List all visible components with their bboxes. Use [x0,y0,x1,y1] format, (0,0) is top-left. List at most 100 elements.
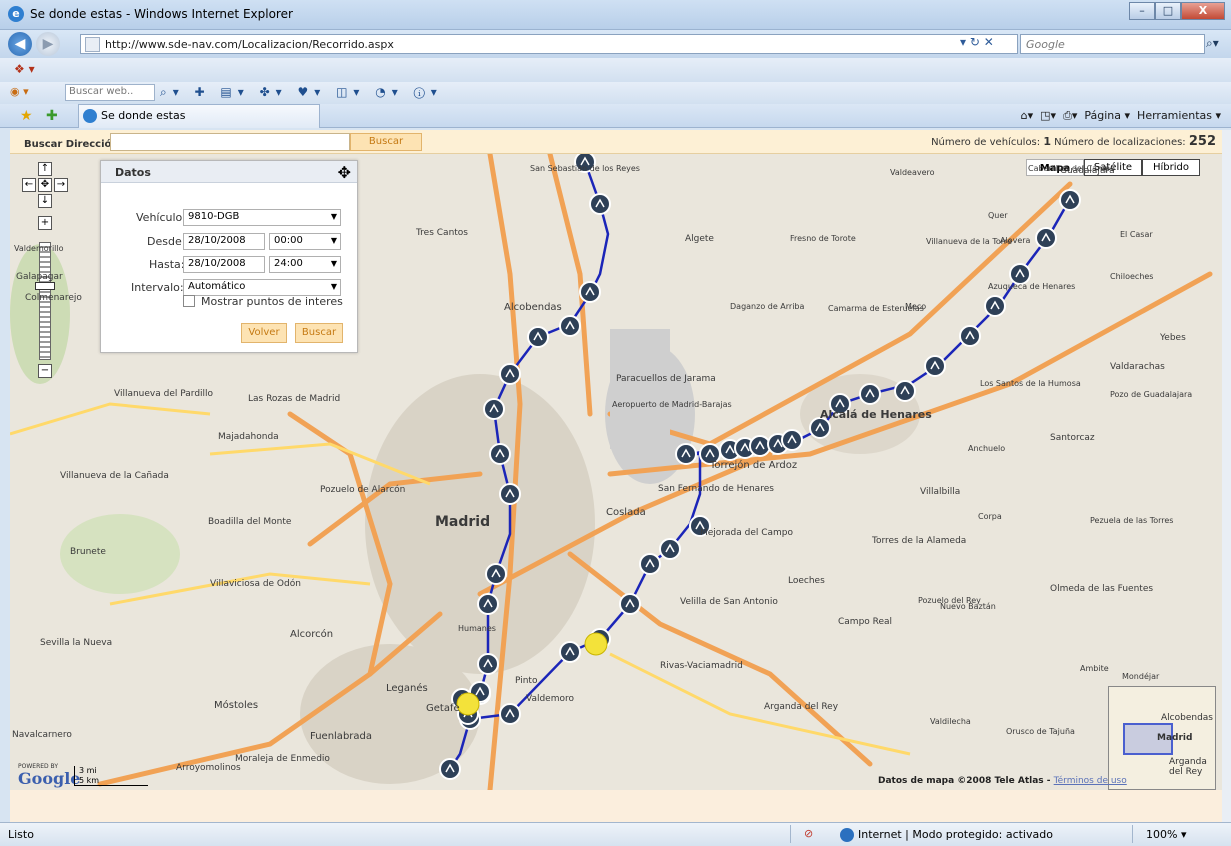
route-marker-icon[interactable] [1035,227,1057,249]
route-marker-icon[interactable] [619,593,641,615]
security-zone[interactable]: Internet | Modo protegido: activado [858,828,1053,841]
route-marker-icon[interactable] [489,443,511,465]
route-marker-icon[interactable] [959,325,981,347]
zoom-out-button[interactable]: − [38,364,52,378]
page-menu[interactable]: Página ▾ [1084,109,1130,122]
zoom-slider-thumb[interactable] [35,282,55,290]
popup-blocker-icon[interactable]: ⊘ [804,827,813,840]
home-icon[interactable]: ⌂▾ [1021,109,1034,122]
address-search-input[interactable] [110,133,350,151]
overview-map[interactable]: Alcobendas Madrid Arganda del Rey [1108,686,1216,790]
search-icon[interactable]: ⌕▾ [1206,36,1219,51]
pan-up-button[interactable]: ↑ [38,162,52,176]
route-marker-icon[interactable] [659,538,681,560]
favorites-star-icon[interactable]: ★ [20,108,33,124]
route-marker-icon[interactable] [559,641,581,663]
pan-down-button[interactable]: ↓ [38,194,52,208]
from-time-select[interactable]: 00:00 ▼ [269,233,341,250]
stop-marker-icon[interactable] [584,632,608,656]
route-marker-icon[interactable] [589,193,611,215]
forward-button[interactable]: ▶ [36,32,60,56]
move-icon[interactable]: ✥ [338,163,351,182]
route-marker-icon[interactable] [477,593,499,615]
pan-right-button[interactable]: → [54,178,68,192]
window-title: Se donde estas - Windows Internet Explor… [30,7,293,21]
map-place-label: Coslada [606,507,646,518]
address-search-button[interactable]: Buscar [350,133,422,151]
route-marker-icon[interactable] [579,281,601,303]
map-place-label: Arganda del Rey [764,702,839,712]
route-marker-icon[interactable] [483,398,505,420]
map-place-label: Alcobendas [504,302,562,313]
tab-se-donde-estas[interactable]: Se donde estas [78,104,320,128]
route-marker-icon[interactable] [781,429,803,451]
route-marker-icon[interactable] [1009,263,1031,285]
close-button[interactable]: X [1181,2,1225,20]
zoom-in-button[interactable]: + [38,216,52,230]
poi-checkbox[interactable] [183,295,195,307]
toolbar-icons[interactable]: ⌕▾ ✚ ▤▾ ✤▾ ♥▾ ◫▾ ◔▾ ⓘ▾ [160,85,443,100]
map-place-label: Sevilla la Nueva [40,638,113,648]
toolbar-search-input[interactable]: Buscar web.. [65,84,155,101]
vehicle-select[interactable]: 9810-DGB ▼ [183,209,341,226]
minimize-button[interactable]: – [1129,2,1155,20]
pan-center-button[interactable]: ✥ [38,178,52,192]
route-marker-icon[interactable] [809,417,831,439]
pan-left-button[interactable]: ← [22,178,36,192]
vehicle-label: Vehículo: [136,211,186,224]
stop-marker-icon[interactable] [456,692,480,716]
route-marker-icon[interactable] [485,563,507,585]
vertical-scrollbar[interactable] [1222,130,1231,822]
add-favorites-icon[interactable]: ✚ [46,108,58,124]
feeds-icon[interactable]: ◳▾ [1040,109,1056,122]
back-button[interactable]: ◀ [8,32,32,56]
route-marker-icon[interactable] [749,435,771,457]
map-place-label: Anchuelo [968,444,1006,453]
toolbar-logo-icon[interactable]: ◉ ▾ [10,85,29,98]
tools-menu[interactable]: Herramientas ▾ [1137,109,1221,122]
interval-select[interactable]: Automático ▼ [183,279,341,296]
map-place-label: Cabanillas del Campo [1028,164,1115,173]
map-place-label: Valdemoro [526,694,575,704]
address-input[interactable]: http://www.sde-nav.com/Localizacion/Reco… [80,34,1018,54]
to-time-select[interactable]: 24:00 ▼ [269,256,341,273]
route-marker-icon[interactable] [499,483,521,505]
map-place-label: Humanes [458,624,496,633]
map-place-label: Corpa [978,512,1002,521]
route-marker-icon[interactable] [499,363,521,385]
datos-header[interactable]: Datos ✥ [101,161,357,183]
route-marker-icon[interactable] [477,653,499,675]
refresh-stop-buttons[interactable]: ▾ ↻ ✕ [960,35,994,49]
route-marker-icon[interactable] [559,315,581,337]
map-place-label: Mejorada del Campo [700,528,794,538]
back-button[interactable]: Volver [241,323,287,343]
from-label: Desde: [147,235,186,248]
map-place-label: Las Rozas de Madrid [248,394,341,404]
route-marker-icon[interactable] [499,703,521,725]
zoom-level[interactable]: 100% ▾ [1146,828,1186,841]
route-marker-icon[interactable] [984,295,1006,317]
route-marker-icon[interactable] [439,758,461,780]
copyright-text: Datos de mapa ©2008 Tele Atlas - [878,776,1051,786]
route-marker-icon[interactable] [894,380,916,402]
maximize-button[interactable]: □ [1155,2,1181,20]
terms-link[interactable]: Términos de uso [1054,776,1127,786]
toolbar-addon-icon[interactable]: ❖ ▾ [14,62,35,76]
map-place-label: Valdemorillo [14,244,64,253]
print-icon[interactable]: ⎙▾ [1063,109,1077,122]
route-marker-icon[interactable] [639,553,661,575]
map-place-label: Ambite [1080,664,1109,673]
route-marker-icon[interactable] [924,355,946,377]
route-marker-icon[interactable] [527,326,549,348]
route-marker-icon[interactable] [859,383,881,405]
to-date-input[interactable]: 28/10/2008 [183,256,265,273]
search-button[interactable]: Buscar [295,323,343,343]
google-logo[interactable]: Google [18,769,80,788]
route-marker-icon[interactable] [1059,189,1081,211]
chevron-down-icon: ▼ [330,236,337,245]
page-header: Buscar Dirección: Buscar Número de vehíc… [10,130,1222,154]
map-type-hibrido[interactable]: Híbrido [1142,159,1200,176]
search-input[interactable]: Google [1020,34,1205,54]
from-date-input[interactable]: 28/10/2008 [183,233,265,250]
route-marker-icon[interactable] [675,443,697,465]
